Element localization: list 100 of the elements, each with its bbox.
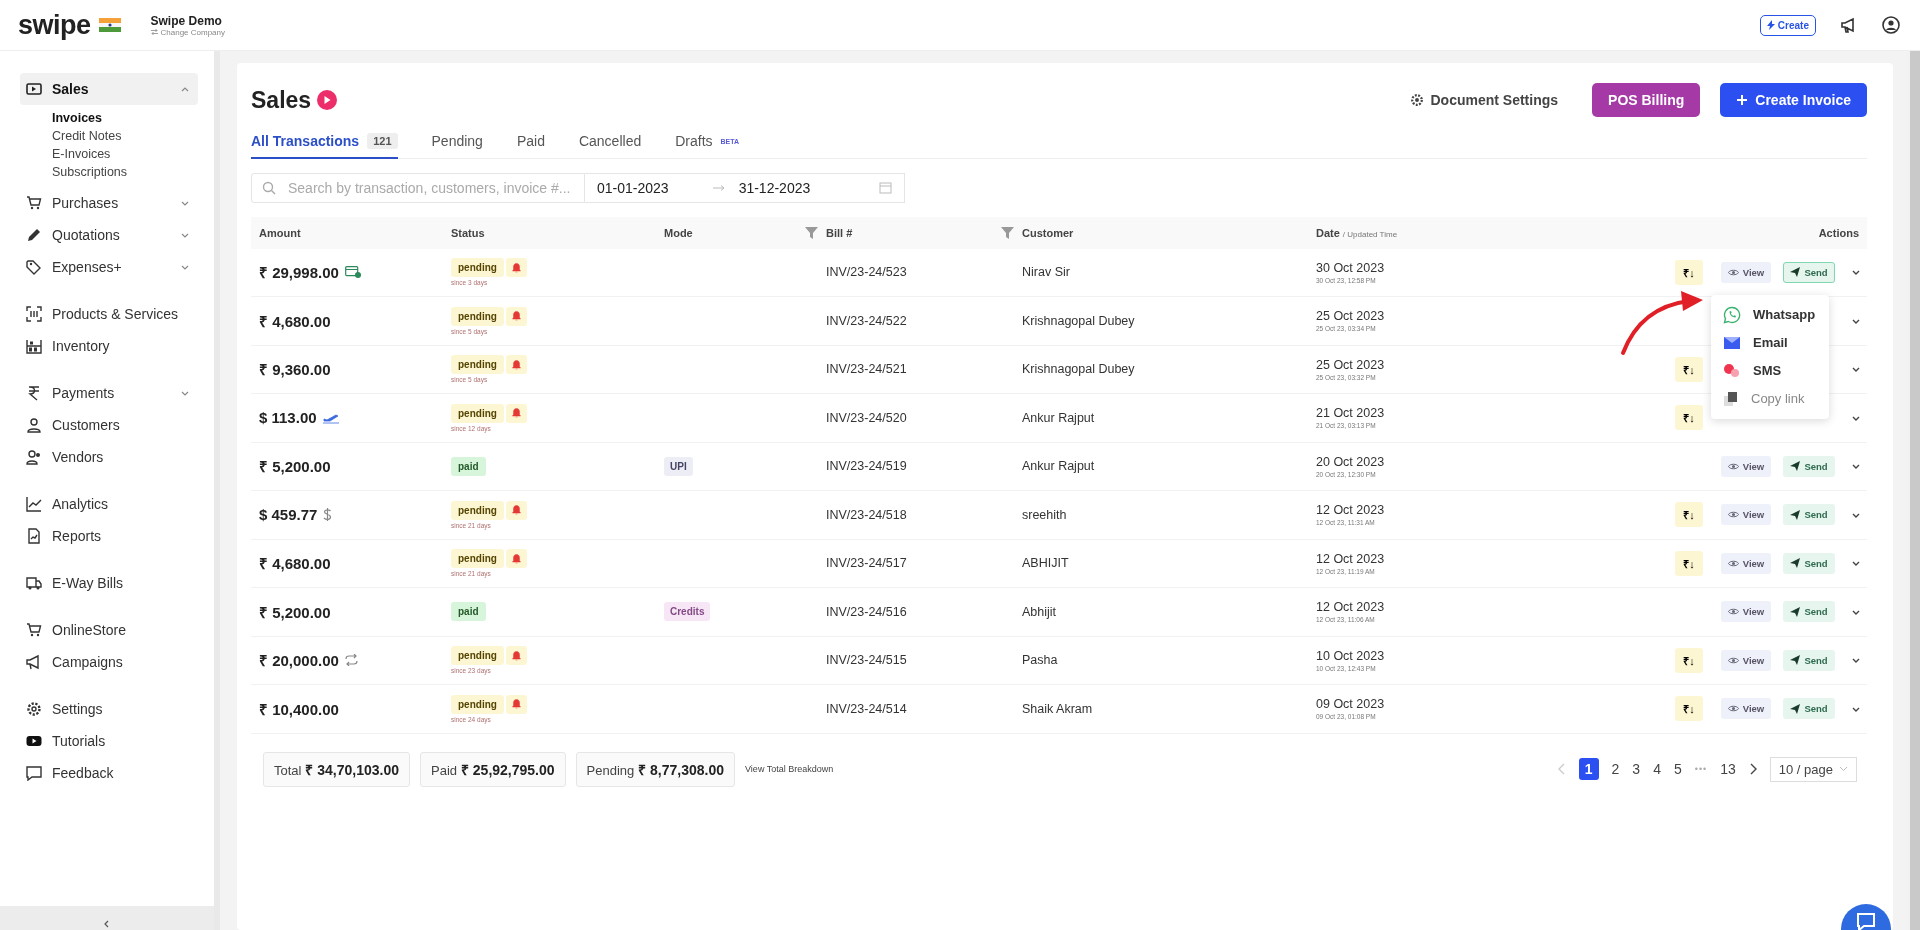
sidebar-item[interactable]: Feedback: [20, 757, 198, 789]
create-invoice-button[interactable]: Create Invoice: [1720, 83, 1867, 117]
sidebar-item[interactable]: Vendors: [20, 441, 198, 473]
reminder-button[interactable]: [505, 355, 527, 375]
amount-text: ₹ 10,400.00: [259, 699, 339, 719]
create-button[interactable]: Create: [1759, 14, 1816, 36]
sidebar-item[interactable]: Analytics: [20, 488, 198, 520]
send-button[interactable]: Send: [1783, 649, 1835, 671]
pos-billing-button[interactable]: POS Billing: [1592, 83, 1701, 117]
send-button[interactable]: Send: [1783, 504, 1835, 526]
view-button[interactable]: View: [1720, 552, 1772, 574]
sidebar-item[interactable]: Products & Services: [20, 298, 198, 330]
page-button[interactable]: 13: [1720, 761, 1736, 777]
menu-item[interactable]: Whatsapp: [1711, 300, 1829, 329]
tab[interactable]: All Transactions 121: [251, 125, 398, 159]
sidebar-item[interactable]: E-Way Bills: [20, 567, 198, 599]
page-button[interactable]: 2: [1611, 761, 1620, 777]
sidebar-subitem[interactable]: E-Invoices: [52, 147, 198, 161]
send-button[interactable]: Send: [1783, 698, 1835, 720]
bill-number[interactable]: INV/23-24/518: [826, 507, 907, 522]
page-button[interactable]: 1: [1578, 758, 1599, 780]
send-button[interactable]: Send: [1783, 455, 1835, 477]
record-payment-button[interactable]: ₹↓: [1675, 259, 1703, 285]
page-button[interactable]: 3: [1632, 761, 1641, 777]
chat-icon: [26, 765, 42, 781]
record-payment-button[interactable]: ₹↓: [1675, 550, 1703, 576]
sidebar-item[interactable]: Sales: [20, 73, 198, 105]
page-button[interactable]: 5: [1673, 761, 1682, 777]
bill-number[interactable]: INV/23-24/517: [826, 556, 907, 571]
view-button[interactable]: View: [1720, 649, 1772, 671]
search-field[interactable]: Search by transaction, customers, invoice #...: [251, 172, 585, 203]
send-button[interactable]: Send: [1783, 261, 1835, 283]
play-icon[interactable]: [317, 90, 338, 110]
scrollbar[interactable]: [1907, 51, 1920, 930]
sidebar-item[interactable]: Expenses+: [20, 251, 198, 283]
chat-icon: [1856, 913, 1876, 930]
bill-number[interactable]: INV/23-24/521: [826, 362, 907, 377]
tab[interactable]: Pending: [431, 125, 483, 159]
record-payment-button[interactable]: ₹↓: [1675, 502, 1703, 528]
view-button[interactable]: View: [1720, 698, 1772, 720]
sidebar-subitem[interactable]: Subscriptions: [52, 165, 198, 179]
date-text: 12 Oct 2023: [1316, 600, 1385, 615]
send-button[interactable]: Send: [1783, 601, 1835, 623]
record-payment-button[interactable]: ₹↓: [1675, 696, 1703, 722]
view-button[interactable]: View: [1720, 455, 1772, 477]
company-name[interactable]: Swipe Demo: [150, 13, 225, 28]
page-size-select[interactable]: 10 / page: [1769, 756, 1857, 782]
reminder-button[interactable]: [505, 258, 527, 278]
record-payment-button[interactable]: ₹↓: [1675, 356, 1703, 382]
reminder-button[interactable]: [505, 500, 527, 520]
sidebar-item[interactable]: Inventory: [20, 330, 198, 362]
status-tag: pending: [451, 306, 504, 326]
menu-item[interactable]: SMS: [1711, 356, 1829, 385]
sidebar-item[interactable]: Purchases: [20, 187, 198, 219]
sidebar-item[interactable]: Tutorials: [20, 725, 198, 757]
filter-icon[interactable]: [805, 226, 818, 239]
column-header: Actions: [1817, 226, 1860, 239]
reminder-button[interactable]: [505, 646, 527, 666]
bill-number[interactable]: INV/23-24/519: [826, 459, 907, 474]
bill-number[interactable]: INV/23-24/523: [826, 265, 907, 280]
tab[interactable]: Cancelled: [578, 125, 642, 159]
change-company-link[interactable]: Change Company: [160, 27, 225, 37]
breakdown-link[interactable]: View Total Breakdown: [745, 764, 834, 774]
sidebar-item[interactable]: Campaigns: [20, 646, 198, 678]
document-settings-button[interactable]: Document Settings: [1404, 91, 1565, 109]
send-button[interactable]: Send: [1783, 552, 1835, 574]
page-button[interactable]: 4: [1653, 761, 1661, 777]
sidebar-subitem[interactable]: Invoices: [52, 111, 198, 125]
sidebar-item[interactable]: Payments: [20, 377, 198, 409]
menu-item[interactable]: Email: [1711, 328, 1829, 357]
customer-name: Abhijit: [1022, 604, 1057, 619]
bill-number[interactable]: INV/23-24/522: [826, 313, 907, 328]
record-payment-button[interactable]: ₹↓: [1675, 647, 1703, 673]
next-page-icon[interactable]: [1748, 763, 1757, 775]
bill-number[interactable]: INV/23-24/515: [826, 653, 907, 668]
tab[interactable]: Paid: [516, 125, 545, 159]
status-tag: pending: [451, 403, 504, 423]
reminder-button[interactable]: [505, 694, 527, 714]
bill-number[interactable]: INV/23-24/514: [826, 701, 907, 716]
date-range-field[interactable]: 01-01-2023 31-12-2023: [585, 172, 905, 203]
record-payment-button[interactable]: ₹↓: [1675, 405, 1703, 431]
user-account-icon[interactable]: [1882, 16, 1900, 34]
sidebar-item[interactable]: Customers: [20, 409, 198, 441]
reminder-button[interactable]: [505, 306, 527, 326]
paper-plane-icon: [1790, 461, 1801, 472]
bill-number[interactable]: INV/23-24/520: [826, 410, 907, 425]
filter-icon[interactable]: [1001, 226, 1014, 239]
reminder-button[interactable]: [505, 549, 527, 569]
dollar-icon: [323, 508, 333, 522]
sidebar-subitem[interactable]: Credit Notes: [52, 129, 198, 143]
sidebar-item[interactable]: Quotations: [20, 219, 198, 251]
sidebar-item[interactable]: OnlineStore: [20, 614, 198, 646]
view-button[interactable]: View: [1720, 601, 1772, 623]
view-button[interactable]: View: [1720, 504, 1772, 526]
status-tag: pending: [451, 694, 504, 714]
sidebar-item[interactable]: Reports: [20, 520, 198, 552]
bill-number[interactable]: INV/23-24/516: [826, 604, 907, 619]
reminder-button[interactable]: [505, 403, 527, 423]
sidebar-item[interactable]: Settings: [20, 693, 198, 725]
view-button[interactable]: View: [1720, 261, 1772, 283]
